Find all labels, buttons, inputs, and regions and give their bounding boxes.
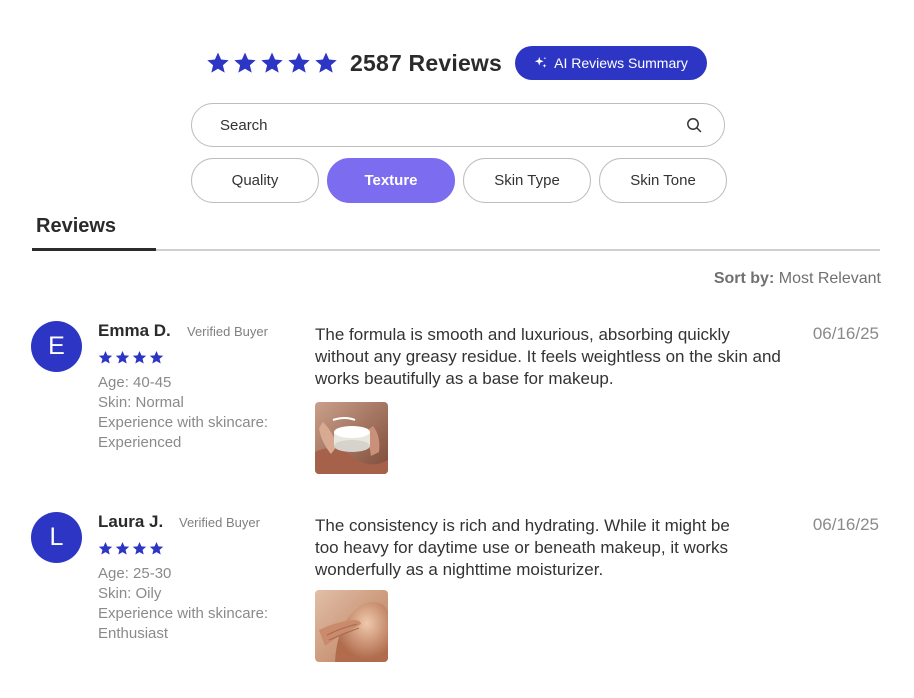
star-icon [149, 541, 164, 555]
sort-dropdown[interactable]: Sort by: Most Relevant [714, 270, 881, 288]
avatar: L [31, 512, 82, 563]
review-photo[interactable] [315, 590, 388, 662]
star-icon [115, 350, 130, 364]
sort-value: Most Relevant [778, 270, 881, 287]
sparkle-icon [534, 56, 547, 68]
star-icon [234, 52, 256, 73]
reviewer-experience: Experience with skincare: Enthusiast [98, 605, 269, 642]
search-input[interactable]: Search [191, 103, 725, 147]
filter-chips: Quality Texture Skin Type Skin Tone [191, 158, 727, 203]
star-icon [115, 541, 130, 555]
reviewer-experience: Experience with skincare: Experienced [98, 414, 269, 451]
review-count: 2587 Reviews [350, 49, 503, 76]
shoulder-photo-icon [315, 590, 388, 662]
review-text: The consistency is rich and hydrating. W… [315, 516, 730, 579]
ai-button-label: AI Reviews Summary [554, 55, 688, 71]
active-tab-indicator [32, 248, 156, 251]
star-icon [98, 541, 113, 555]
star-icon [132, 541, 147, 555]
verified-badge: Verified Buyer [179, 515, 260, 530]
verified-badge: Verified Buyer [187, 324, 268, 339]
review-photo[interactable] [315, 402, 388, 474]
star-icon [132, 350, 147, 364]
reviewer-name: Laura J. [98, 512, 164, 531]
filter-chip-quality[interactable]: Quality [191, 158, 319, 203]
review-date: 06/16/25 [812, 515, 879, 534]
review-stars [98, 541, 164, 556]
star-icon [288, 52, 310, 73]
filter-chip-texture[interactable]: Texture [327, 158, 455, 203]
review-item: L Laura J. Verified Buyer Age: 25-30 Ski… [31, 512, 881, 668]
reviewer-skin: Skin: Oily [98, 585, 162, 602]
star-icon [207, 52, 229, 73]
reviewer-skin: Skin: Normal [98, 394, 184, 411]
rating-summary: 2587 Reviews AI Reviews Summary [206, 45, 708, 81]
star-icon [261, 52, 283, 73]
cream-jar-photo-icon [315, 402, 388, 474]
overall-rating-stars [206, 51, 338, 75]
filter-chip-skin-type[interactable]: Skin Type [463, 158, 591, 203]
search-icon[interactable] [686, 117, 702, 133]
avatar: E [31, 321, 82, 372]
reviewer-meta: Age: 25-30 Skin: Oily Experience with sk… [98, 564, 294, 644]
reviewer-age: Age: 25-30 [98, 565, 172, 582]
reviewer-age: Age: 40-45 [98, 374, 172, 391]
review-text: The formula is smooth and luxurious, abs… [315, 325, 781, 388]
star-icon [315, 52, 337, 73]
reviewer-meta: Age: 40-45 Skin: Normal Experience with … [98, 373, 270, 453]
filter-chip-skin-tone[interactable]: Skin Tone [599, 158, 727, 203]
review-date: 06/16/25 [812, 324, 879, 343]
ai-reviews-summary-button[interactable]: AI Reviews Summary [515, 46, 708, 80]
star-icon [149, 350, 164, 364]
sort-label: Sort by: [713, 270, 775, 287]
review-item: E Emma D. Verified Buyer Age: 40-45 Skin… [31, 321, 881, 481]
tab-reviews[interactable]: Reviews [36, 215, 116, 238]
review-stars [98, 350, 164, 365]
reviewer-name: Emma D. [98, 321, 171, 340]
star-icon [98, 350, 113, 364]
tab-divider [32, 249, 880, 251]
search-placeholder: Search [220, 116, 268, 134]
